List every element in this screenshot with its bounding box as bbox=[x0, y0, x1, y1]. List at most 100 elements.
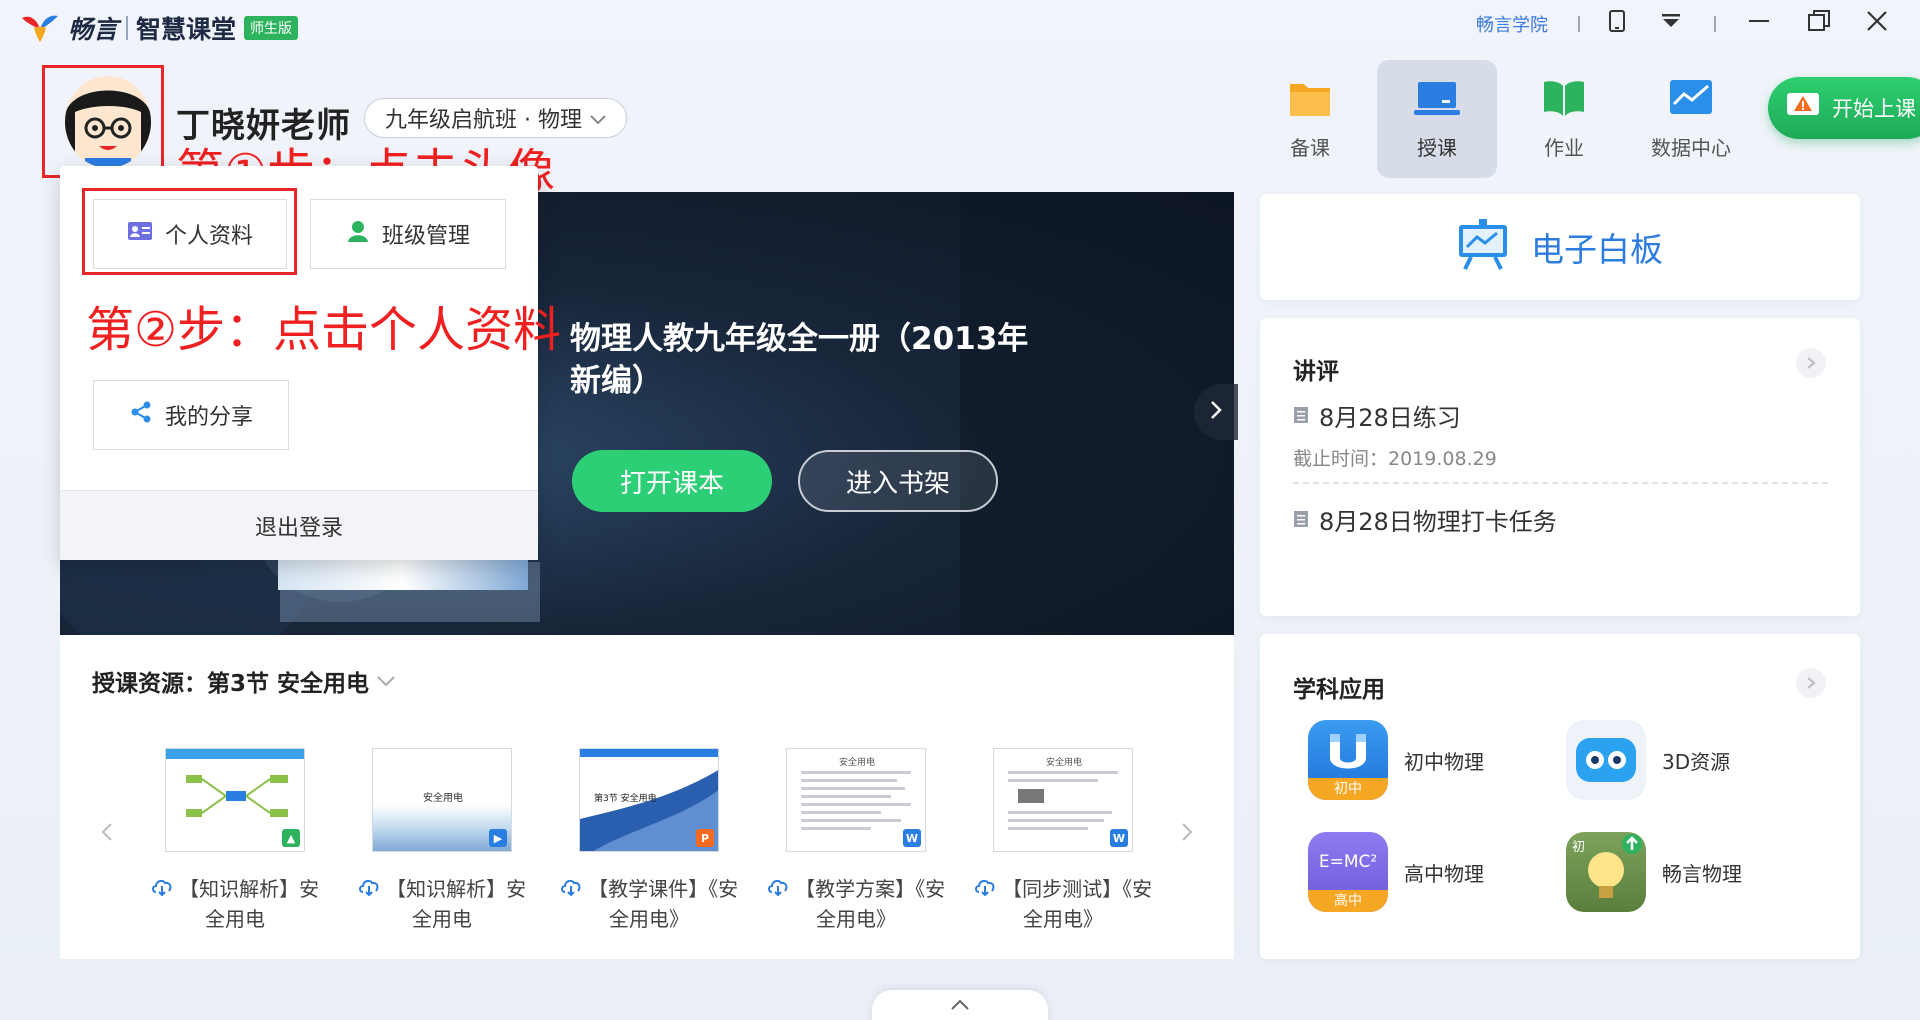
resource-label-text: 【知识解析】安全用电 bbox=[179, 877, 320, 931]
brand: 畅言 智慧课堂 师生版 bbox=[20, 8, 299, 48]
review-card: 讲评 8月28日练习 截止时间：2019.08.29 8月28日物理打卡任务 bbox=[1260, 318, 1860, 616]
resources-title[interactable]: 授课资源：第3节 安全用电 bbox=[92, 664, 395, 698]
avatar-button[interactable] bbox=[42, 65, 164, 178]
light-bulb-icon: 初 bbox=[1566, 832, 1646, 912]
chevron-right-icon bbox=[1210, 400, 1222, 424]
resource-label-text: 【教学课件】《安全用电》 bbox=[588, 877, 739, 931]
resource-label-text: 【知识解析】安全用电 bbox=[386, 877, 527, 931]
cloud-download-icon[interactable] bbox=[767, 877, 795, 901]
nav-homework[interactable]: 作业 bbox=[1504, 60, 1624, 178]
open-book-button[interactable]: 打开课本 bbox=[572, 450, 772, 512]
avatar bbox=[65, 76, 151, 168]
whiteboard-card[interactable]: 电子白板 bbox=[1260, 194, 1860, 300]
resource-item[interactable]: 安全用电 ▶ 【知识解析】安全用电 bbox=[347, 748, 537, 934]
cloud-download-icon[interactable] bbox=[560, 877, 588, 901]
nav-label: 作业 bbox=[1544, 136, 1584, 160]
collapse-panel-button[interactable] bbox=[872, 990, 1048, 1020]
review-more-button[interactable] bbox=[1796, 348, 1826, 378]
cloud-download-icon[interactable] bbox=[151, 877, 179, 901]
book-icon bbox=[1542, 78, 1586, 122]
textbook-title: 物理人教九年级全一册（2013年新编） bbox=[570, 321, 1029, 399]
resources-prev-button[interactable] bbox=[92, 812, 122, 852]
review-item-name: 8月28日练习 bbox=[1319, 404, 1461, 432]
app-junior-physics[interactable]: 初中 初中物理 bbox=[1308, 720, 1484, 800]
brand-name: 畅言 bbox=[68, 15, 119, 44]
my-share-label: 我的分享 bbox=[164, 405, 253, 430]
word-file-icon: W bbox=[1110, 829, 1128, 847]
restore-icon[interactable] bbox=[1804, 6, 1834, 36]
enter-shelf-button[interactable]: 进入书架 bbox=[798, 450, 998, 512]
image-file-icon: ▲ bbox=[282, 829, 300, 847]
app-3d-resources[interactable]: 3D资源 bbox=[1566, 720, 1730, 800]
nav-prepare[interactable]: 备课 bbox=[1250, 60, 1370, 178]
share-icon bbox=[129, 400, 153, 430]
my-share-button[interactable]: 我的分享 bbox=[93, 380, 289, 450]
app-icon-tag: 初 bbox=[1572, 840, 1586, 855]
resources-title-text: 授课资源：第3节 安全用电 bbox=[92, 671, 370, 697]
review-item[interactable]: 8月28日练习 bbox=[1293, 398, 1461, 433]
whiteboard-label: 电子白板 bbox=[1531, 230, 1663, 269]
nav-data-center[interactable]: 数据中心 bbox=[1631, 60, 1751, 178]
document-icon bbox=[1293, 402, 1309, 430]
profile-dropdown: 个人资料 班级管理 我的分享 退出登录 bbox=[60, 166, 538, 560]
start-class-label: 开始上课 bbox=[1832, 97, 1916, 121]
dropdown-triangle-icon[interactable] bbox=[1656, 6, 1686, 36]
chevron-down-icon bbox=[377, 668, 395, 694]
laptop-icon bbox=[1414, 78, 1460, 122]
document-thumbnail: 安全用电 W bbox=[993, 748, 1133, 852]
chevron-down-icon bbox=[590, 106, 606, 131]
app-changyan-physics[interactable]: 初 畅言物理 bbox=[1566, 832, 1742, 912]
cloud-download-icon[interactable] bbox=[974, 877, 1002, 901]
resource-item[interactable]: 安全用电 W 【同步测试】《安全用电》 bbox=[968, 748, 1158, 934]
resource-label-text: 【同步测试】《安全用电》 bbox=[1002, 877, 1153, 931]
apps-title: 学科应用 bbox=[1293, 677, 1385, 703]
app-icon-formula: E=MC² bbox=[1318, 852, 1378, 872]
document-thumbnail: 安全用电 W bbox=[786, 748, 926, 852]
nav-label: 授课 bbox=[1417, 136, 1457, 160]
titlebar-divider bbox=[1714, 16, 1716, 32]
thumbnail-caption: 安全用电 bbox=[423, 793, 463, 804]
app-icon-tag: 初中 bbox=[1308, 778, 1388, 800]
document-icon bbox=[1293, 506, 1309, 534]
thumbnail-caption: 第3节 安全用电 bbox=[594, 794, 657, 804]
resource-item[interactable]: 第3节 安全用电 P 【教学课件】《安全用电》 bbox=[554, 748, 744, 934]
resource-label: 【知识解析】安全用电 bbox=[352, 874, 532, 934]
app-name: 初中物理 bbox=[1404, 749, 1484, 774]
app-icon-tag: 高中 bbox=[1308, 890, 1388, 912]
nav-teach[interactable]: 授课 bbox=[1377, 60, 1497, 178]
warning-board-icon bbox=[1786, 92, 1820, 125]
brand-divider bbox=[126, 16, 129, 40]
chart-icon bbox=[1668, 78, 1714, 122]
review-item-name: 8月28日物理打卡任务 bbox=[1319, 508, 1557, 536]
cloud-download-icon[interactable] bbox=[358, 877, 386, 901]
chevron-up-icon bbox=[951, 996, 969, 1015]
resource-item[interactable]: 安全用电 W 【教学方案】《安全用电》 bbox=[761, 748, 951, 934]
academy-link[interactable]: 畅言学院 bbox=[1476, 6, 1548, 42]
folder-icon bbox=[1288, 78, 1332, 122]
robot-icon bbox=[1566, 720, 1646, 800]
slides-thumbnail: 第3节 安全用电 P bbox=[579, 748, 719, 852]
video-file-icon: ▶ bbox=[489, 829, 507, 847]
app-name: 3D资源 bbox=[1662, 749, 1731, 774]
class-select-value: 九年级启航班 · 物理 bbox=[385, 108, 582, 133]
resource-item[interactable]: ▲ 【知识解析】安全用电 bbox=[140, 748, 330, 934]
divider bbox=[1293, 482, 1828, 484]
logout-button[interactable]: 退出登录 bbox=[60, 490, 538, 560]
class-management-button[interactable]: 班级管理 bbox=[310, 199, 506, 269]
close-icon[interactable] bbox=[1862, 6, 1892, 36]
resource-label: 【教学方案】《安全用电》 bbox=[766, 874, 946, 934]
review-item[interactable]: 8月28日物理打卡任务 bbox=[1293, 502, 1557, 537]
ppt-file-icon: P bbox=[696, 829, 714, 847]
app-senior-physics[interactable]: E=MC² 高中 高中物理 bbox=[1308, 832, 1484, 912]
start-class-button[interactable]: 开始上课 bbox=[1768, 77, 1920, 139]
user-icon bbox=[346, 219, 370, 249]
magnet-icon: 初中 bbox=[1308, 720, 1388, 800]
review-title: 讲评 bbox=[1293, 359, 1339, 385]
minimize-icon[interactable] bbox=[1744, 6, 1774, 36]
resources-next-button[interactable] bbox=[1172, 812, 1202, 852]
review-deadline: 截止时间：2019.08.29 bbox=[1293, 448, 1497, 470]
changyan-logo-icon bbox=[20, 12, 60, 44]
subject-apps-card: 学科应用 初中 初中物理 3D资源 E=MC² 高中 高中物理 初 畅言物理 bbox=[1260, 634, 1860, 959]
apps-more-button[interactable] bbox=[1796, 668, 1826, 698]
tablet-icon[interactable] bbox=[1602, 6, 1632, 36]
